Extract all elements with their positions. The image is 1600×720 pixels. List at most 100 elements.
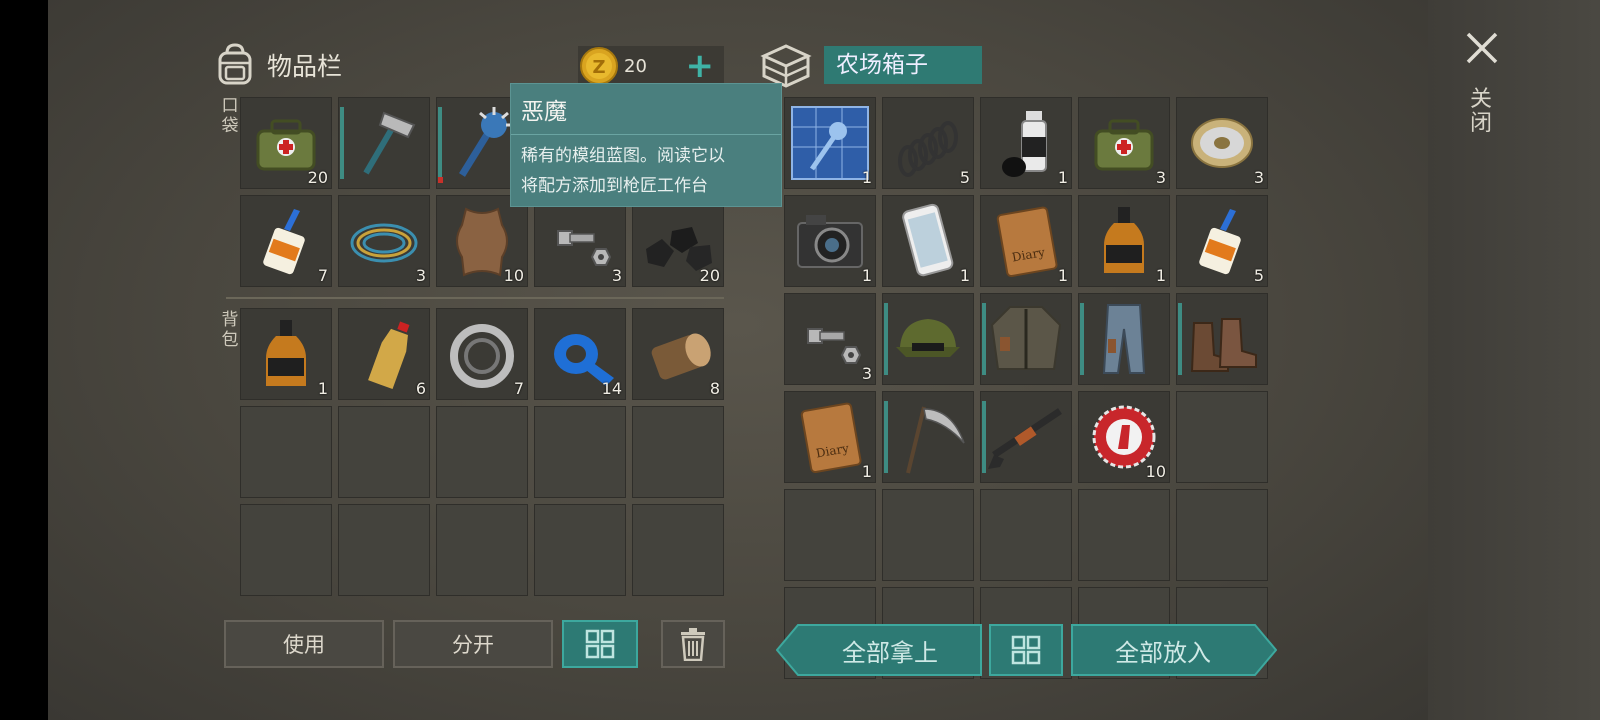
- blueprint-icon: [791, 106, 869, 180]
- scythe-icon: [906, 406, 965, 474]
- container-slot[interactable]: 3: [784, 293, 876, 385]
- add-coins-button[interactable]: +: [686, 49, 715, 83]
- wire-coil-icon: [350, 223, 418, 263]
- tooltip-line-1: 稀有的模组蓝图。阅读它以: [521, 146, 725, 166]
- section-divider: [226, 297, 724, 299]
- backpack-slot[interactable]: 8: [632, 308, 724, 400]
- backpack-slot[interactable]: 14: [534, 308, 626, 400]
- sort-button-left[interactable]: [562, 620, 638, 668]
- svg-text:Z: Z: [592, 57, 605, 78]
- pocket-slot[interactable]: [338, 97, 430, 189]
- backpack-slot[interactable]: [240, 504, 332, 596]
- item-quantity: 5: [959, 168, 970, 187]
- trash-icon: [681, 628, 705, 661]
- shotgun-icon: [988, 408, 1062, 469]
- container-slot[interactable]: [980, 489, 1072, 581]
- backpack-slot[interactable]: 6: [338, 308, 430, 400]
- container-slot[interactable]: 1: [784, 195, 876, 287]
- container-slot[interactable]: Diary 1: [784, 391, 876, 483]
- item-quantity: 20: [307, 168, 328, 187]
- pocket-slot[interactable]: 20: [240, 97, 332, 189]
- item-quantity: 3: [611, 266, 622, 285]
- bearing-icon: [450, 324, 514, 388]
- spiked-mace-icon: [459, 107, 514, 177]
- backpack-slot[interactable]: [632, 406, 724, 498]
- container-slot[interactable]: [980, 293, 1072, 385]
- container-slot[interactable]: [1176, 293, 1268, 385]
- pocket-label: 口袋: [221, 96, 239, 136]
- item-quantity: 1: [861, 462, 872, 481]
- spray-paint-icon: [1002, 111, 1047, 177]
- backpack-slot[interactable]: [436, 504, 528, 596]
- backpack-slot[interactable]: [240, 406, 332, 498]
- container-slot[interactable]: [1078, 293, 1170, 385]
- container-slot[interactable]: [882, 293, 974, 385]
- item-quantity: 3: [1155, 168, 1166, 187]
- item-quantity: 1: [861, 266, 872, 285]
- bolt-nut-icon: [557, 230, 612, 266]
- backpack-slot[interactable]: [338, 406, 430, 498]
- sort-button-right[interactable]: [989, 624, 1063, 676]
- container-slot[interactable]: [882, 489, 974, 581]
- whiskey-bottle-icon: [266, 320, 306, 386]
- container-slot[interactable]: 3: [1176, 97, 1268, 189]
- coin-counter: Z 20 +: [578, 46, 724, 86]
- tooltip-line-2: 将配方添加到枪匠工作台: [521, 176, 708, 196]
- container-slot[interactable]: Diary 1: [980, 195, 1072, 287]
- item-quantity: 3: [415, 266, 426, 285]
- container-slot[interactable]: 5: [1176, 195, 1268, 287]
- container-grid: 1 5 1 3 3 1 1 Diary 1 1 5 3 Diary 1 10: [784, 97, 1268, 679]
- spring-icon: [898, 121, 958, 177]
- tooltip-description: 稀有的模组蓝图。阅读它以 将配方添加到枪匠工作台: [511, 135, 781, 207]
- backpack-slot[interactable]: [534, 504, 626, 596]
- diary-icon: Diary: [996, 206, 1058, 278]
- container-slot[interactable]: 1: [980, 97, 1072, 189]
- backpack-icon: [218, 43, 252, 85]
- container-slot[interactable]: 3: [1078, 97, 1170, 189]
- item-quantity: 6: [415, 379, 426, 398]
- medkit-bag-icon: [1094, 119, 1154, 171]
- glue-bottle-icon: [1199, 209, 1241, 275]
- pocket-slot[interactable]: 7: [240, 195, 332, 287]
- container-slot[interactable]: 10: [1078, 391, 1170, 483]
- container-slot[interactable]: 1: [1078, 195, 1170, 287]
- backpack-slot[interactable]: [436, 406, 528, 498]
- hammer-icon: [363, 111, 416, 175]
- close-label[interactable]: 关闭: [1468, 88, 1494, 136]
- trash-button[interactable]: [661, 620, 725, 668]
- container-header: 农场箱子: [760, 40, 982, 90]
- pocket-slot[interactable]: 20: [632, 195, 724, 287]
- container-slot[interactable]: 1: [784, 97, 876, 189]
- container-slot[interactable]: 1: [882, 195, 974, 287]
- take-all-button[interactable]: 全部拿上: [800, 625, 980, 675]
- pocket-slot[interactable]: 3: [534, 195, 626, 287]
- container-slot[interactable]: [882, 391, 974, 483]
- item-quantity: 1: [1057, 266, 1068, 285]
- backpack-slot[interactable]: [338, 504, 430, 596]
- container-slot[interactable]: [980, 391, 1072, 483]
- pocket-slot[interactable]: 3: [338, 195, 430, 287]
- container-slot[interactable]: 5: [882, 97, 974, 189]
- item-quantity: 8: [709, 379, 720, 398]
- close-icon[interactable]: [1464, 30, 1500, 66]
- bolt-nut-icon: [807, 328, 862, 364]
- split-button[interactable]: 分开: [393, 620, 553, 668]
- camera-icon: [797, 215, 863, 268]
- jacket-icon: [990, 306, 1062, 370]
- backpack-slot[interactable]: [534, 406, 626, 498]
- container-slot[interactable]: [1176, 391, 1268, 483]
- diary-icon: Diary: [800, 402, 862, 474]
- pocket-slot[interactable]: 10: [436, 195, 528, 287]
- backpack-slot[interactable]: 7: [436, 308, 528, 400]
- coin-icon: Z: [580, 47, 618, 85]
- container-slot[interactable]: [784, 489, 876, 581]
- backpack-slot[interactable]: 1: [240, 308, 332, 400]
- container-slot[interactable]: [1078, 489, 1170, 581]
- crate-icon: [760, 44, 812, 88]
- container-slot[interactable]: [1176, 489, 1268, 581]
- item-quantity: 1: [1155, 266, 1166, 285]
- use-button[interactable]: 使用: [224, 620, 384, 668]
- backpack-slot[interactable]: [632, 504, 724, 596]
- put-all-button[interactable]: 全部放入: [1072, 625, 1254, 675]
- whiskey-bottle-icon: [1104, 207, 1144, 273]
